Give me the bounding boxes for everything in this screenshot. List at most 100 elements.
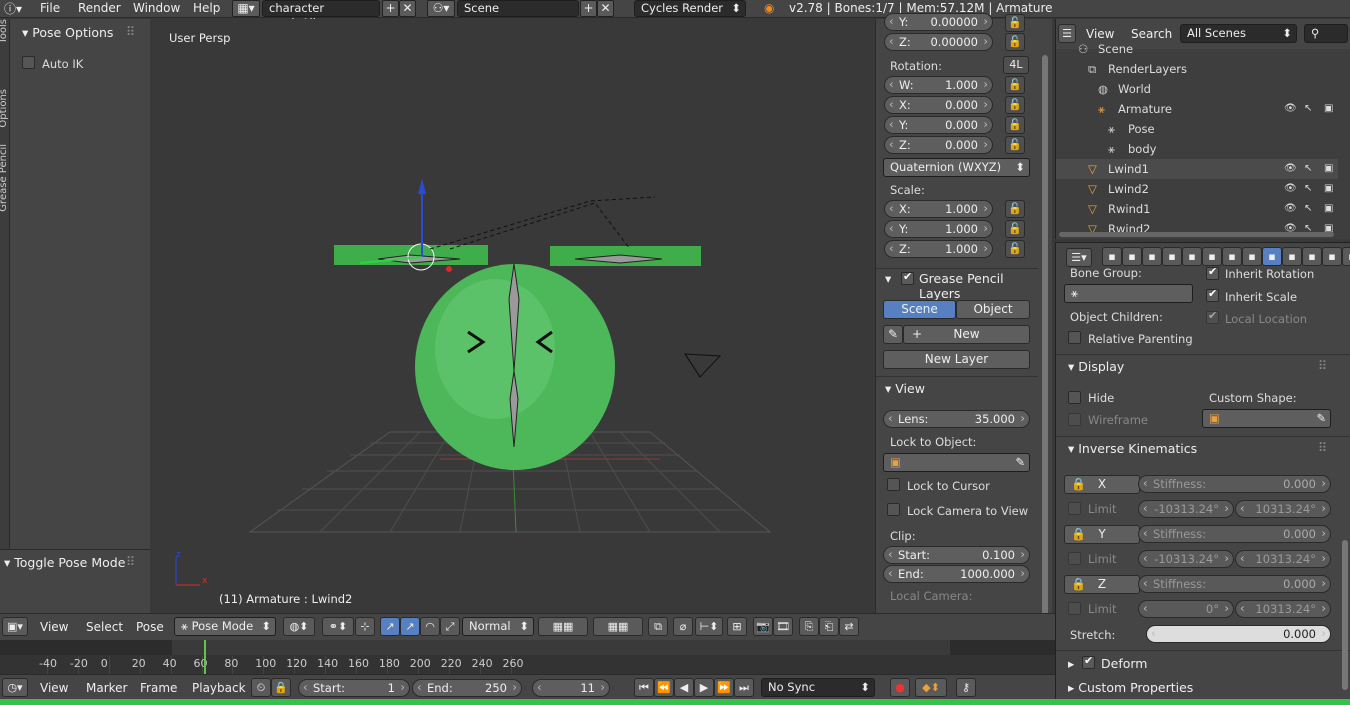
ik-lock-button[interactable]: 🔒 Z bbox=[1064, 575, 1140, 594]
grease-pencil-layers-header[interactable]: ▾ bbox=[885, 271, 891, 286]
drag-grip-icon[interactable]: ⠿ bbox=[1318, 358, 1327, 373]
wireframe-checkbox[interactable] bbox=[1068, 413, 1081, 426]
local-location-checkbox[interactable] bbox=[1206, 309, 1219, 324]
render-tab-icon[interactable]: ▪ bbox=[1102, 247, 1122, 266]
ik-lock-button[interactable]: 🔒 Y bbox=[1064, 525, 1140, 544]
keying-set-icon[interactable]: ⚷ bbox=[956, 678, 976, 697]
prev-keyframe-icon[interactable]: ⏪ bbox=[654, 678, 674, 697]
layers-tab-icon[interactable]: ▪ bbox=[1122, 247, 1142, 266]
texture-tab-icon[interactable]: ▪ bbox=[1322, 247, 1342, 266]
ik-limit-checkbox[interactable] bbox=[1068, 502, 1081, 515]
render-icon[interactable]: ▣ bbox=[1324, 99, 1333, 119]
clip-end-value[interactable]: 1000.000 bbox=[960, 566, 1015, 582]
selectable-icon[interactable]: ↖ bbox=[1304, 159, 1312, 179]
jump-start-icon[interactable]: ⏮ bbox=[634, 678, 654, 697]
tab-grease-pencil[interactable]: Grease Pencil bbox=[0, 144, 9, 212]
scale-value[interactable]: 1.000 bbox=[945, 221, 978, 237]
sync-select[interactable]: No Sync ⬍ bbox=[761, 678, 875, 697]
lock-range-icon[interactable]: 🔒 bbox=[271, 678, 291, 697]
mode-select[interactable]: ⚹ Pose Mode ⬍ bbox=[174, 617, 276, 636]
gp-object-button[interactable]: Object bbox=[956, 300, 1030, 319]
tab-options[interactable]: Options bbox=[0, 89, 9, 128]
scene-field[interactable]: Scene bbox=[457, 0, 579, 17]
end-value[interactable]: 250 bbox=[485, 680, 507, 696]
playback-menu[interactable]: Playback bbox=[192, 681, 246, 695]
ik-max-field[interactable]: 10313.24° bbox=[1235, 500, 1331, 518]
render-icon[interactable]: ▣ bbox=[1324, 159, 1333, 179]
rotation-4l-toggle[interactable]: 4L bbox=[1003, 56, 1029, 74]
preview-range-icon[interactable]: ⏲ bbox=[251, 678, 271, 697]
paste-pose-icon[interactable]: ⎗ bbox=[819, 617, 839, 636]
pencil-icon[interactable]: ✎ bbox=[883, 325, 903, 344]
editor-type-icon[interactable]: ▣▾ bbox=[2, 617, 28, 636]
bone-group-field[interactable]: ⚹ bbox=[1064, 284, 1193, 303]
material-tab-icon[interactable]: ▪ bbox=[1302, 247, 1322, 266]
render-icon[interactable]: ▣ bbox=[1324, 179, 1333, 199]
copy-pose-icon[interactable]: ⎘ bbox=[799, 617, 819, 636]
remove-scene-button[interactable]: ✕ bbox=[597, 0, 614, 17]
start-value[interactable]: 1 bbox=[388, 680, 395, 696]
orientation-select[interactable]: Normal ⬍ bbox=[462, 617, 534, 636]
lock-icon[interactable]: 🔓 bbox=[1005, 76, 1025, 94]
add-scene-button[interactable]: + bbox=[580, 0, 597, 17]
scene-icon[interactable]: ⚇▾ bbox=[427, 0, 455, 17]
pose-options-header[interactable]: ▾ Pose Options bbox=[22, 25, 113, 40]
outliner-row[interactable]: ⚹ Pose bbox=[1056, 119, 1338, 139]
snap-target-icon[interactable]: ⊞ bbox=[727, 617, 747, 636]
stretch-value[interactable]: 0.000 bbox=[1283, 626, 1316, 642]
snap-icon[interactable]: ⊢⬍ bbox=[695, 617, 723, 636]
lock-icon[interactable]: 🔓 bbox=[1005, 220, 1025, 238]
hide-checkbox[interactable] bbox=[1068, 391, 1081, 404]
auto-ik-checkbox[interactable] bbox=[22, 56, 35, 69]
ik-stiffness-field[interactable]: Stiffness: 0.000 bbox=[1138, 475, 1331, 493]
constraints-tab-icon[interactable]: ▪ bbox=[1202, 247, 1222, 266]
ik-lock-button[interactable]: 🔒 X bbox=[1064, 475, 1140, 494]
ik-max-field[interactable]: 10313.24° bbox=[1235, 550, 1331, 568]
visibility-icon[interactable]: 👁 bbox=[1284, 159, 1297, 179]
render-icon[interactable]: ▣ bbox=[1324, 199, 1333, 219]
object-tab-icon[interactable]: ▪ bbox=[1182, 247, 1202, 266]
data-tab-icon[interactable]: ▪ bbox=[1242, 247, 1262, 266]
selectable-icon[interactable]: ↖ bbox=[1304, 199, 1312, 219]
timeline[interactable]: -40 -20 0 20 40 60 80 100 120 140 160 180 200 220 240 2… bbox=[0, 640, 1055, 674]
ik-limit-checkbox[interactable] bbox=[1068, 602, 1081, 615]
editor-type-icon[interactable]: ☰▾ bbox=[1066, 248, 1092, 267]
lock-icon[interactable]: 🔓 bbox=[1005, 14, 1025, 32]
npanel-scrollbar[interactable] bbox=[1038, 19, 1052, 615]
world-tab-icon[interactable]: ▪ bbox=[1162, 247, 1182, 266]
next-keyframe-icon[interactable]: ⏩ bbox=[714, 678, 734, 697]
stiffness-value[interactable]: 0.000 bbox=[1283, 476, 1316, 492]
menu-window[interactable]: Window bbox=[133, 1, 180, 15]
drag-grip-icon[interactable]: ⠿ bbox=[1318, 440, 1327, 455]
visibility-icon[interactable]: 👁 bbox=[1284, 99, 1297, 119]
lock-icon[interactable]: 🔓 bbox=[1005, 116, 1025, 134]
play-icon[interactable]: ▶ bbox=[694, 678, 714, 697]
props-scrollbar[interactable] bbox=[1342, 540, 1348, 690]
outliner-row[interactable]: ⚇ Scene bbox=[1056, 39, 1338, 59]
loc-z-value[interactable]: 0.00000 bbox=[930, 34, 978, 50]
grease-pencil-layers-checkbox[interactable] bbox=[901, 270, 914, 285]
3d-viewport[interactable]: User Persp z x (11) Armature: Lwind2 bbox=[150, 19, 875, 613]
rotation-value[interactable]: 0.000 bbox=[945, 97, 978, 113]
pivot-icon[interactable]: ⚭⬍ bbox=[322, 617, 354, 636]
deform-panel-header[interactable]: ▸ bbox=[1068, 656, 1074, 671]
current-frame-value[interactable]: 11 bbox=[580, 680, 595, 696]
display-panel-header[interactable]: ▾ Display bbox=[1068, 359, 1124, 374]
remove-screen-button[interactable]: ✕ bbox=[399, 0, 416, 17]
drag-grip-icon[interactable]: ⠿ bbox=[126, 554, 135, 569]
menu-render[interactable]: Render bbox=[78, 1, 121, 15]
ik-min-field[interactable]: -10313.24° bbox=[1138, 550, 1234, 568]
render-engine-select[interactable]: Cycles Render ⬍ bbox=[634, 0, 746, 17]
stiffness-value[interactable]: 0.000 bbox=[1283, 526, 1316, 542]
layers-a-icon[interactable]: ▦▦ bbox=[538, 617, 588, 636]
gp-new-button[interactable]: + New bbox=[903, 325, 1030, 344]
translate-active-icon[interactable]: ↗ bbox=[400, 617, 420, 636]
rotation-value[interactable]: 1.000 bbox=[945, 77, 978, 93]
outliner-row[interactable]: ▽ Lwind2 👁 ↖ ▣ bbox=[1056, 179, 1338, 199]
current-frame-line[interactable] bbox=[204, 640, 206, 674]
pose-menu[interactable]: Pose bbox=[136, 620, 164, 634]
view-menu[interactable]: View bbox=[40, 620, 68, 634]
rotate-icon[interactable]: ◠ bbox=[420, 617, 440, 636]
screen-layout-icon[interactable]: ▦▾ bbox=[232, 0, 260, 17]
lock-icon[interactable]: 🔓 bbox=[1005, 200, 1025, 218]
